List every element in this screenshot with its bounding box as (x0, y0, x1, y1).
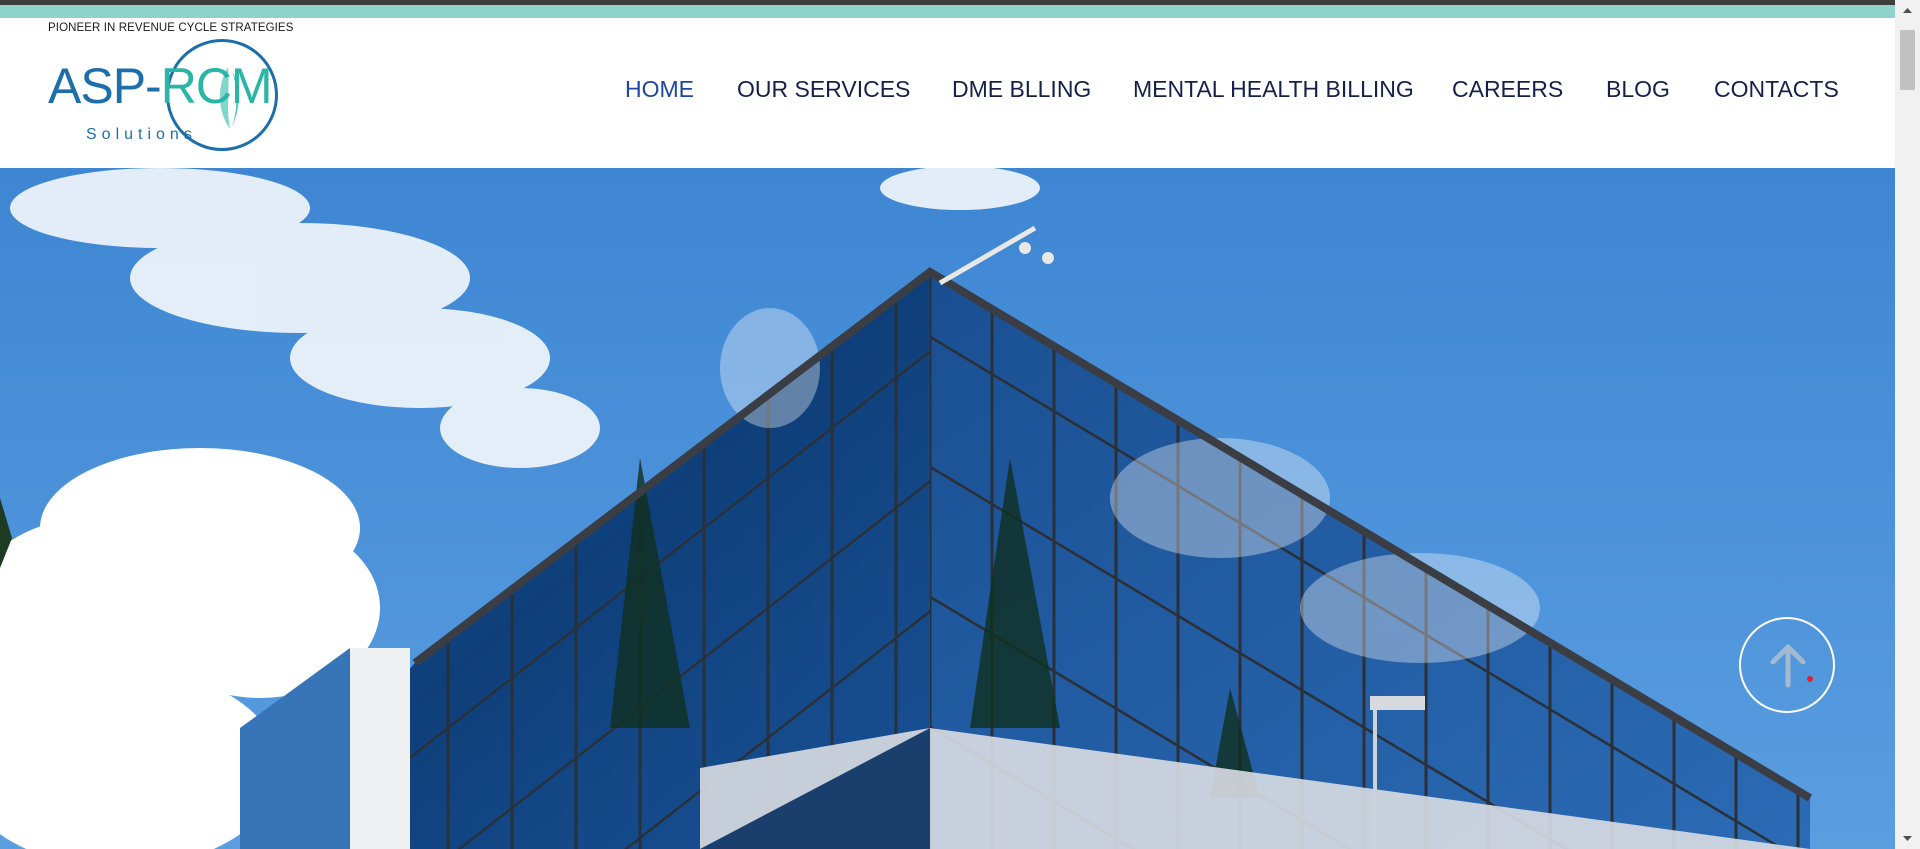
site-header: PIONEER IN REVENUE CYCLE STRATEGIES ASP-… (0, 18, 1895, 168)
hero-building-image (0, 168, 1895, 849)
hero-banner (0, 168, 1895, 849)
nav-item-dme-billing[interactable]: DME BLLING (952, 76, 1091, 103)
scroll-thumb[interactable] (1900, 30, 1915, 90)
logo-subtitle: Solutions (86, 126, 197, 143)
page-scrollbar[interactable] (1895, 0, 1920, 849)
main-nav: HOME OUR SERVICES DME BLLING MENTAL HEAL… (0, 76, 1895, 106)
nav-item-careers[interactable]: CAREERS (1452, 76, 1563, 103)
top-accent-strip (0, 5, 1920, 18)
nav-item-our-services[interactable]: OUR SERVICES (737, 76, 910, 103)
scroll-up-arrow-icon[interactable] (1895, 0, 1920, 22)
back-to-top-button[interactable] (1739, 617, 1835, 713)
nav-item-mental-health-billing[interactable]: MENTAL HEALTH BILLING (1133, 76, 1414, 103)
scroll-down-arrow-icon[interactable] (1895, 827, 1920, 849)
status-dot (1807, 676, 1813, 682)
nav-item-contacts[interactable]: CONTACTS (1714, 76, 1839, 103)
header-tagline: PIONEER IN REVENUE CYCLE STRATEGIES (48, 22, 294, 34)
nav-item-home[interactable]: HOME (625, 76, 694, 103)
arrow-up-icon (1770, 644, 1806, 688)
nav-item-blog[interactable]: BLOG (1606, 76, 1670, 103)
